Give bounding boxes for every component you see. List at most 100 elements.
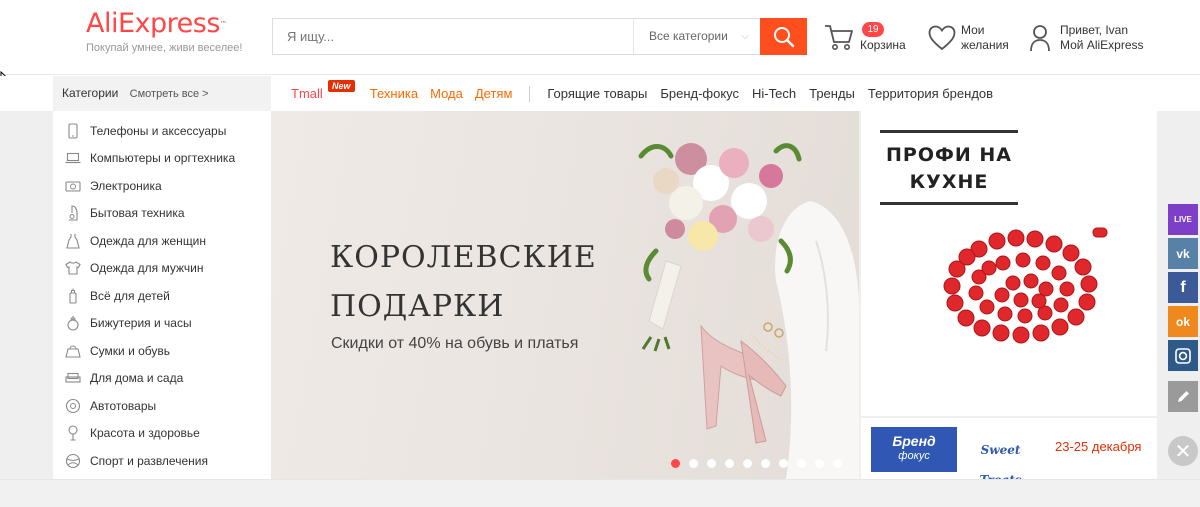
- odnoklassniki-button[interactable]: ok: [1168, 306, 1198, 337]
- wheel-icon: [65, 398, 81, 414]
- logo-text: AliExpress: [86, 8, 220, 39]
- laptop-icon: [65, 150, 81, 166]
- sidebar-item-women[interactable]: Одежда для женщин: [53, 227, 271, 255]
- sidebar-item-computers[interactable]: Компьютеры и оргтехника: [53, 145, 271, 173]
- live-button[interactable]: LIVE: [1168, 204, 1198, 235]
- carousel-dot[interactable]: [743, 459, 752, 468]
- aliexpress-logo[interactable]: AliExpress™ Покупай умнее, живи веселее!: [86, 8, 246, 54]
- user-icon: [1030, 25, 1050, 52]
- close-icon: ✕: [1174, 440, 1192, 463]
- instagram-button[interactable]: [1168, 340, 1198, 371]
- appliance-icon: [65, 205, 81, 221]
- sidebar-item-label: Красота и здоровье: [90, 426, 200, 441]
- nav-technika[interactable]: Техника: [370, 86, 418, 101]
- sidebar-item-kids[interactable]: Всё для детей: [53, 282, 271, 310]
- carousel-dot[interactable]: [671, 459, 680, 468]
- sidebar-item-label: Бытовая техника: [90, 206, 185, 221]
- camera-icon: [65, 178, 81, 194]
- nav-divider: [529, 85, 531, 102]
- brand-focus-logo: Бренд фокус: [871, 427, 957, 472]
- see-all-link[interactable]: Смотреть все >: [130, 88, 209, 100]
- nav-trends[interactable]: Тренды: [809, 86, 855, 101]
- bag-icon: [65, 343, 81, 359]
- banner-title: КОРОЛЕВСКИЕ ПОДАРКИ: [330, 240, 597, 324]
- new-badge: New: [328, 80, 355, 92]
- phone-icon: [65, 123, 81, 139]
- live-icon: LIVE: [1174, 215, 1192, 224]
- pencil-icon: [1178, 390, 1189, 402]
- wishlist-label-line2: желания: [961, 38, 1009, 52]
- odnoklassniki-icon: ok: [1175, 314, 1190, 329]
- search-category-select[interactable]: Все категории ⌵: [633, 19, 761, 54]
- account-link: Мой AliExpress: [1060, 38, 1144, 52]
- sidebar-item-electronics[interactable]: Электроника: [53, 172, 271, 200]
- search-button[interactable]: [760, 18, 807, 55]
- carousel-dot[interactable]: [833, 459, 842, 468]
- account-greeting: Привет, Ivan: [1060, 23, 1129, 37]
- sidebar-item-label: Компьютеры и оргтехника: [90, 151, 236, 166]
- sidebar-item-phones[interactable]: Телефоны и аксессуары: [53, 117, 271, 145]
- nav-detyam[interactable]: Детям: [475, 86, 513, 101]
- sofa-icon: [65, 370, 81, 386]
- carousel-dot[interactable]: [815, 459, 824, 468]
- wishlist-button[interactable]: Мои желания: [928, 22, 1018, 56]
- hero-banner[interactable]: КОРОЛЕВСКИЕ ПОДАРКИ Скидки от 40% на обу…: [271, 111, 859, 479]
- category-sidebar: Телефоны и аксессуары Компьютеры и оргте…: [53, 111, 271, 479]
- chevron-down-icon: ⌵: [741, 31, 749, 42]
- ring-icon: [65, 315, 81, 331]
- logo-trademark: ™: [219, 20, 227, 28]
- account-button[interactable]: Привет, Ivan Мой AliExpress: [1029, 22, 1169, 56]
- vk-icon: vk: [1176, 246, 1190, 261]
- nav-hot-deals[interactable]: Горящие товары: [547, 86, 647, 101]
- carousel-dot[interactable]: [725, 459, 734, 468]
- sidebar-item-beauty[interactable]: Красота и здоровье: [53, 420, 271, 448]
- ball-icon: [65, 453, 81, 469]
- heart-icon: [928, 25, 956, 51]
- sidebar-item-label: Бижутерия и часы: [90, 316, 192, 331]
- facebook-button[interactable]: f: [1168, 272, 1198, 303]
- feedback-button[interactable]: [1168, 381, 1198, 412]
- vk-button[interactable]: vk: [1168, 238, 1198, 269]
- sidebar-item-label: Автотовары: [90, 398, 157, 413]
- categories-header[interactable]: Категории Смотреть все >: [53, 76, 271, 111]
- social-sidebar: LIVE vk f ok: [1168, 204, 1198, 415]
- sidebar-item-sport[interactable]: Спорт и развлечения: [53, 447, 271, 475]
- carousel-dot[interactable]: [797, 459, 806, 468]
- carousel-dot[interactable]: [707, 459, 716, 468]
- cart-label: Корзина: [860, 38, 906, 52]
- carousel-dots: [671, 459, 851, 468]
- lipstick-icon: [65, 425, 81, 441]
- sidebar-item-jewelry[interactable]: Бижутерия и часы: [53, 310, 271, 338]
- sidebar-item-auto[interactable]: Автотовары: [53, 392, 271, 420]
- bottle-icon: [65, 288, 81, 304]
- logo-tagline: Покупай умнее, живи веселее!: [86, 42, 243, 54]
- sidebar-item-appliances[interactable]: Бытовая техника: [53, 200, 271, 228]
- close-sidebar-button[interactable]: ✕: [1168, 436, 1198, 466]
- top-header: AliExpress™ Покупай умнее, живи веселее!…: [0, 0, 1200, 85]
- brand-focus-promo[interactable]: Бренд фокус Sweet Treats 23-25 декабря: [861, 418, 1157, 487]
- instagram-icon: [1175, 347, 1191, 364]
- kitchen-promo[interactable]: ПРОФИ НА КУХНЕ: [861, 111, 1157, 416]
- cart-button[interactable]: 19 Корзина: [823, 20, 918, 56]
- nav-hi-tech[interactable]: Hi-Tech: [752, 86, 796, 101]
- nav-tmall[interactable]: Tmall New: [291, 80, 355, 101]
- nav-brand-focus[interactable]: Бренд-фокус: [660, 86, 739, 101]
- sidebar-item-home[interactable]: Для дома и сада: [53, 365, 271, 393]
- dress-icon: [65, 233, 81, 249]
- carousel-dot[interactable]: [779, 459, 788, 468]
- sidebar-item-bags[interactable]: Сумки и обувь: [53, 337, 271, 365]
- wishlist-label-line1: Мои: [961, 23, 985, 37]
- footer-strip: [0, 479, 1200, 507]
- search-input[interactable]: [273, 19, 633, 54]
- sweet-treats-logo: Sweet Treats: [958, 435, 1043, 487]
- sidebar-item-label: Всё для детей: [90, 288, 170, 303]
- nav-moda[interactable]: Мода: [430, 86, 463, 101]
- cart-count-badge: 19: [862, 22, 884, 37]
- nav-tmall-label: Tmall: [291, 86, 323, 101]
- sidebar-item-label: Одежда для женщин: [90, 233, 207, 248]
- carousel-dot[interactable]: [761, 459, 770, 468]
- sidebar-item-men[interactable]: Одежда для мужчин: [53, 255, 271, 283]
- sidebar-item-label: Сумки и обувь: [90, 343, 171, 358]
- carousel-dot[interactable]: [689, 459, 698, 468]
- nav-brand-territory[interactable]: Территория брендов: [868, 86, 993, 101]
